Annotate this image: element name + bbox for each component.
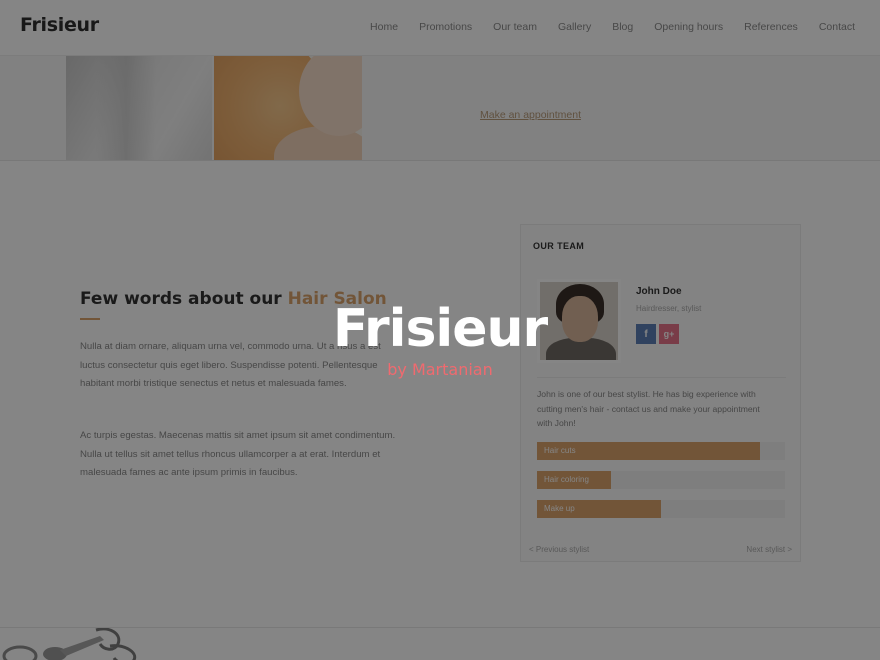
overlay-subtitle: by Martanian: [387, 360, 493, 379]
overlay-title: Frisieur: [332, 299, 548, 359]
